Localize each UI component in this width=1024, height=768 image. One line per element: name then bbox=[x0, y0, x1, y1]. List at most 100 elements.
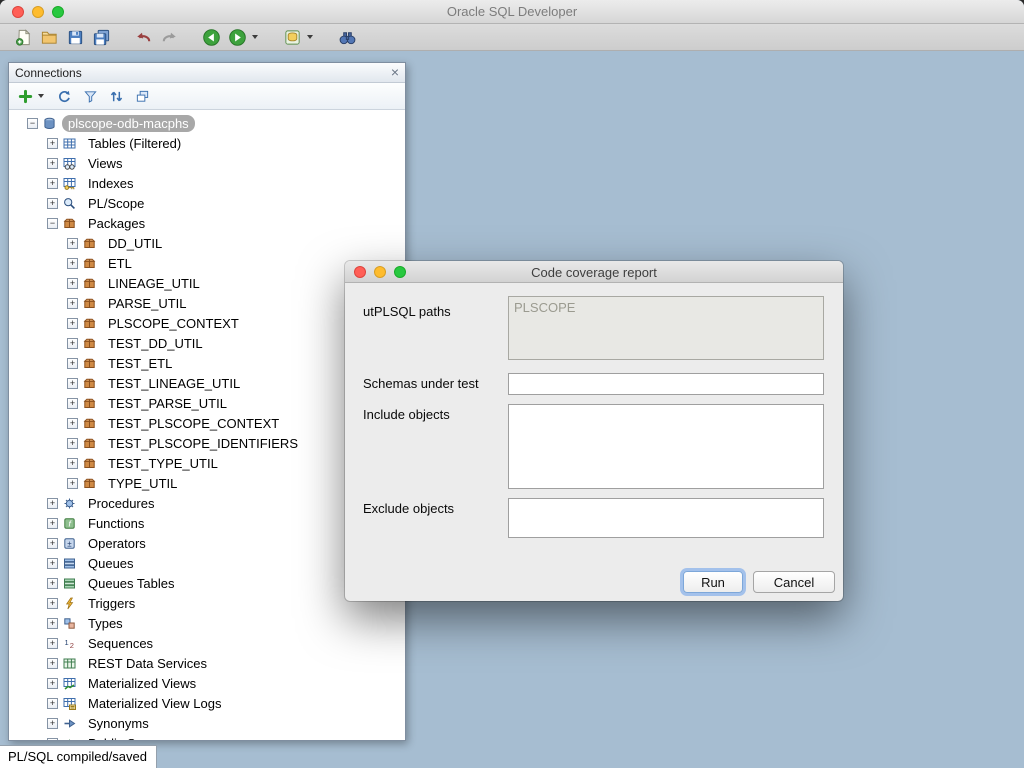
tree-item-sequences[interactable]: +12Sequences bbox=[9, 633, 405, 653]
tree-item-label[interactable]: Operators bbox=[82, 535, 152, 552]
apply-filter-icon[interactable] bbox=[81, 87, 100, 106]
tree-item-label[interactable]: LINEAGE_UTIL bbox=[102, 275, 206, 292]
tree-item-label[interactable]: TEST_DD_UTIL bbox=[102, 335, 209, 352]
expand-icon[interactable]: + bbox=[47, 518, 58, 529]
add-connection-dropdown-icon[interactable] bbox=[38, 94, 44, 98]
expand-icon[interactable]: + bbox=[47, 738, 58, 741]
expand-icon[interactable]: + bbox=[67, 398, 78, 409]
undo-icon[interactable] bbox=[132, 26, 155, 49]
expand-icon[interactable]: + bbox=[47, 138, 58, 149]
new-file-icon[interactable] bbox=[12, 26, 35, 49]
refresh-icon[interactable] bbox=[55, 87, 74, 106]
back-icon[interactable] bbox=[200, 26, 223, 49]
run-button[interactable]: Run bbox=[683, 571, 743, 593]
tree-item-label[interactable]: PARSE_UTIL bbox=[102, 295, 193, 312]
cascade-windows-icon[interactable] bbox=[133, 87, 152, 106]
forward-icon[interactable] bbox=[226, 26, 249, 49]
tree-item-label[interactable]: Views bbox=[82, 155, 128, 172]
tree-item-label[interactable]: TEST_ETL bbox=[102, 355, 178, 372]
tree-item-label[interactable]: REST Data Services bbox=[82, 655, 213, 672]
schemas-under-test-input[interactable] bbox=[508, 373, 824, 395]
save-icon[interactable] bbox=[64, 26, 87, 49]
expand-icon[interactable]: + bbox=[47, 498, 58, 509]
tree-item-tables-filtered[interactable]: + Tables (Filtered) bbox=[9, 133, 405, 153]
tree-item-label[interactable]: ETL bbox=[102, 255, 138, 272]
expand-icon[interactable]: + bbox=[47, 698, 58, 709]
tree-item-public-synonyms[interactable]: + Public Synonyms bbox=[9, 733, 405, 740]
expand-icon[interactable]: + bbox=[67, 278, 78, 289]
redo-icon[interactable] bbox=[158, 26, 181, 49]
expand-icon[interactable]: + bbox=[47, 718, 58, 729]
expand-icon[interactable]: + bbox=[67, 478, 78, 489]
expand-icon[interactable]: + bbox=[67, 298, 78, 309]
tree-item-types[interactable]: + Types bbox=[9, 613, 405, 633]
tree-item-label[interactable]: Procedures bbox=[82, 495, 160, 512]
tree-item-packages[interactable]: − Packages bbox=[9, 213, 405, 233]
tree-item-label[interactable]: Synonyms bbox=[82, 715, 155, 732]
expand-icon[interactable]: + bbox=[47, 578, 58, 589]
tree-item-label[interactable]: TEST_PLSCOPE_CONTEXT bbox=[102, 415, 285, 432]
expand-icon[interactable]: + bbox=[47, 678, 58, 689]
expand-icon[interactable]: + bbox=[47, 158, 58, 169]
sort-icon[interactable] bbox=[107, 87, 126, 106]
expand-icon[interactable]: + bbox=[47, 558, 58, 569]
tree-item-views[interactable]: + Views bbox=[9, 153, 405, 173]
tree-item-label[interactable]: PLSCOPE_CONTEXT bbox=[102, 315, 245, 332]
exclude-objects-textarea[interactable] bbox=[508, 498, 824, 538]
tree-item-pl-scope[interactable]: + PL/Scope bbox=[9, 193, 405, 213]
expand-icon[interactable]: + bbox=[47, 658, 58, 669]
tree-item-rest-data-services[interactable]: + REST Data Services bbox=[9, 653, 405, 673]
tree-item-label[interactable]: TEST_PARSE_UTIL bbox=[102, 395, 233, 412]
expand-icon[interactable]: + bbox=[67, 438, 78, 449]
tree-item-plscope-odb-macphs[interactable]: − plscope-odb-macphs bbox=[9, 113, 405, 133]
tree-item-label[interactable]: TEST_TYPE_UTIL bbox=[102, 455, 224, 472]
tree-item-materialized-views[interactable]: + Materialized Views bbox=[9, 673, 405, 693]
tree-item-label[interactable]: Public Synonyms bbox=[82, 735, 194, 741]
tree-item-label[interactable]: Materialized Views bbox=[82, 675, 202, 692]
save-all-icon[interactable] bbox=[90, 26, 113, 49]
cancel-button[interactable]: Cancel bbox=[753, 571, 835, 593]
tree-item-label[interactable]: Packages bbox=[82, 215, 151, 232]
tree-item-label[interactable]: DD_UTIL bbox=[102, 235, 168, 252]
tree-item-label[interactable]: Materialized View Logs bbox=[82, 695, 227, 712]
tree-item-label[interactable]: Triggers bbox=[82, 595, 141, 612]
expand-icon[interactable]: + bbox=[47, 598, 58, 609]
open-folder-icon[interactable] bbox=[38, 26, 61, 49]
tree-item-label[interactable]: PL/Scope bbox=[82, 195, 150, 212]
find-db-object-icon[interactable] bbox=[336, 26, 359, 49]
expand-icon[interactable]: + bbox=[67, 358, 78, 369]
expand-icon[interactable]: + bbox=[47, 538, 58, 549]
collapse-icon[interactable]: − bbox=[47, 218, 58, 229]
tree-item-label[interactable]: TEST_LINEAGE_UTIL bbox=[102, 375, 246, 392]
collapse-icon[interactable]: − bbox=[27, 118, 38, 129]
tree-item-label[interactable]: TEST_PLSCOPE_IDENTIFIERS bbox=[102, 435, 304, 452]
expand-icon[interactable]: + bbox=[47, 198, 58, 209]
sql-worksheet-icon[interactable] bbox=[281, 26, 304, 49]
tree-item-label[interactable]: plscope-odb-macphs bbox=[62, 115, 195, 132]
tree-item-label[interactable]: Tables (Filtered) bbox=[82, 135, 187, 152]
tree-item-indexes[interactable]: + Indexes bbox=[9, 173, 405, 193]
expand-icon[interactable]: + bbox=[47, 178, 58, 189]
tree-item-label[interactable]: Queues Tables bbox=[82, 575, 181, 592]
tree-item-synonyms[interactable]: + Synonyms bbox=[9, 713, 405, 733]
tree-item-materialized-view-logs[interactable]: + Materialized View Logs bbox=[9, 693, 405, 713]
expand-icon[interactable]: + bbox=[67, 378, 78, 389]
sql-worksheet-dropdown-icon[interactable] bbox=[307, 35, 313, 39]
expand-icon[interactable]: + bbox=[67, 318, 78, 329]
add-connection-icon[interactable] bbox=[16, 87, 35, 106]
expand-icon[interactable]: + bbox=[47, 638, 58, 649]
close-panel-icon[interactable]: × bbox=[391, 64, 399, 80]
expand-icon[interactable]: + bbox=[67, 238, 78, 249]
expand-icon[interactable]: + bbox=[47, 618, 58, 629]
expand-icon[interactable]: + bbox=[67, 338, 78, 349]
tree-item-label[interactable]: Indexes bbox=[82, 175, 140, 192]
tree-item-label[interactable]: TYPE_UTIL bbox=[102, 475, 183, 492]
forward-dropdown-icon[interactable] bbox=[252, 35, 258, 39]
expand-icon[interactable]: + bbox=[67, 418, 78, 429]
tree-item-label[interactable]: Sequences bbox=[82, 635, 159, 652]
tree-item-label[interactable]: Functions bbox=[82, 515, 150, 532]
expand-icon[interactable]: + bbox=[67, 258, 78, 269]
tree-item-label[interactable]: Queues bbox=[82, 555, 140, 572]
include-objects-textarea[interactable] bbox=[508, 404, 824, 489]
tree-item-label[interactable]: Types bbox=[82, 615, 129, 632]
